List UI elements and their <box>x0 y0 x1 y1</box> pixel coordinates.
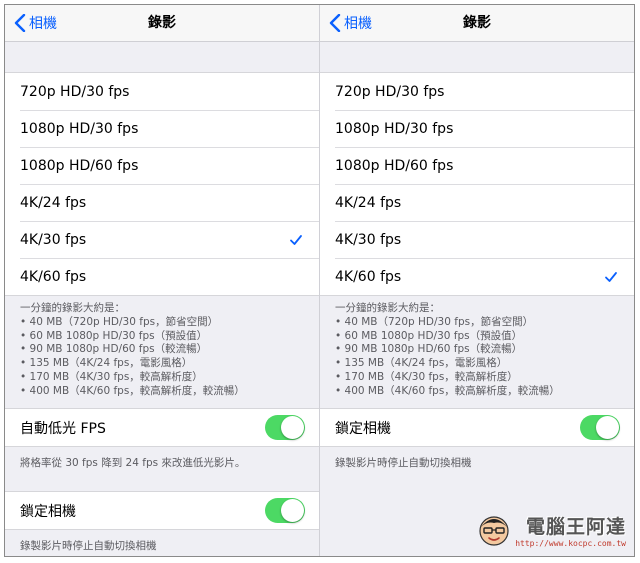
navigation-bar: 相機 錄影 <box>5 5 319 42</box>
site-watermark: 電腦王阿達 http://www.kocpc.com.tw <box>477 512 626 548</box>
lock-camera-label: 鎖定相機 <box>335 420 391 437</box>
size-info: 一分鐘的錄影大約是： • 40 MB（720p HD/30 fps，節省空間） … <box>320 296 634 408</box>
format-option-4k-60[interactable]: 4K/60 fps <box>5 258 319 295</box>
checkmark-icon <box>605 271 617 282</box>
size-info-line: • 400 MB（4K/60 fps，較高解析度，較流暢） <box>335 384 560 397</box>
lock-camera-note: 錄製影片時停止自動切換相機 <box>20 540 157 552</box>
format-option-1080p-30[interactable]: 1080p HD/30 fps <box>5 110 319 147</box>
format-option-4k-24[interactable]: 4K/24 fps <box>320 184 634 221</box>
format-label: 1080p HD/60 fps <box>335 157 454 174</box>
size-info-line: • 60 MB 1080p HD/30 fps（預設值） <box>335 329 523 342</box>
size-info-line: • 170 MB（4K/30 fps，較高解析度） <box>335 370 518 383</box>
screenshot-frame: 相機 錄影 720p HD/30 fps 1080p HD/30 fps 108… <box>4 4 635 557</box>
page-title: 錄影 <box>463 15 491 31</box>
format-option-4k-24[interactable]: 4K/24 fps <box>5 184 319 221</box>
format-option-4k-30[interactable]: 4K/30 fps <box>5 221 319 258</box>
format-label: 4K/30 fps <box>335 231 402 248</box>
format-option-1080p-60[interactable]: 1080p HD/60 fps <box>5 147 319 184</box>
navigation-bar: 相機 錄影 <box>320 5 634 42</box>
auto-low-light-fps-label: 自動低光 FPS <box>20 420 106 437</box>
format-label: 720p HD/30 fps <box>20 83 130 100</box>
size-info-line: • 90 MB 1080p HD/60 fps（較流暢） <box>335 343 523 356</box>
watermark-url: http://www.kocpc.com.tw <box>515 539 626 548</box>
format-label: 4K/60 fps <box>20 268 87 285</box>
size-info-line: • 400 MB（4K/60 fps，較高解析度，較流暢） <box>20 384 245 397</box>
size-info-line: 一分鐘的錄影大約是： <box>20 302 125 314</box>
format-label: 720p HD/30 fps <box>335 83 445 100</box>
format-label: 4K/24 fps <box>20 194 87 211</box>
checkmark-icon <box>290 234 302 245</box>
format-option-4k-30[interactable]: 4K/30 fps <box>320 221 634 258</box>
format-label: 1080p HD/30 fps <box>335 120 454 137</box>
video-format-list: 720p HD/30 fps 1080p HD/30 fps 1080p HD/… <box>5 72 319 296</box>
size-info: 一分鐘的錄影大約是： • 40 MB（720p HD/30 fps，節省空間） … <box>5 296 319 408</box>
lock-camera-note: 錄製影片時停止自動切換相機 <box>335 457 472 469</box>
watermark-title: 電腦王阿達 <box>525 516 626 538</box>
format-label: 4K/30 fps <box>20 231 87 248</box>
lock-camera-toggle[interactable] <box>580 415 620 440</box>
lock-camera-row: 鎖定相機 <box>320 408 634 447</box>
format-option-1080p-60[interactable]: 1080p HD/60 fps <box>320 147 634 184</box>
format-option-720p-30[interactable]: 720p HD/30 fps <box>5 73 319 110</box>
video-format-list: 720p HD/30 fps 1080p HD/30 fps 1080p HD/… <box>320 72 634 296</box>
mascot-logo-icon <box>479 516 509 546</box>
size-info-line: • 90 MB 1080p HD/60 fps（較流暢） <box>20 343 208 356</box>
format-label: 1080p HD/60 fps <box>20 157 139 174</box>
format-label: 4K/24 fps <box>335 194 402 211</box>
lock-camera-row: 鎖定相機 <box>5 491 319 530</box>
lock-camera-label: 鎖定相機 <box>20 503 76 520</box>
lock-camera-toggle[interactable] <box>265 498 305 523</box>
format-label: 1080p HD/30 fps <box>20 120 139 137</box>
format-label: 4K/60 fps <box>335 268 402 285</box>
size-info-line: • 135 MB（4K/24 fps，電影風格） <box>20 357 193 370</box>
size-info-line: • 40 MB（720p HD/30 fps，節省空間） <box>335 315 534 328</box>
format-option-4k-60[interactable]: 4K/60 fps <box>320 258 634 295</box>
auto-low-light-fps-row: 自動低光 FPS <box>5 408 319 447</box>
auto-low-light-fps-note: 將格率從 30 fps 降到 24 fps 來改進低光影片。 <box>20 457 246 469</box>
size-info-line: • 40 MB（720p HD/30 fps，節省空間） <box>20 315 219 328</box>
size-info-line: • 135 MB（4K/24 fps，電影風格） <box>335 357 508 370</box>
size-info-line: • 60 MB 1080p HD/30 fps（預設值） <box>20 329 208 342</box>
auto-low-light-fps-toggle[interactable] <box>265 415 305 440</box>
settings-panel-left: 相機 錄影 720p HD/30 fps 1080p HD/30 fps 108… <box>5 5 320 556</box>
size-info-line: • 170 MB（4K/30 fps，較高解析度） <box>20 370 203 383</box>
format-option-1080p-30[interactable]: 1080p HD/30 fps <box>320 110 634 147</box>
page-title: 錄影 <box>148 15 176 31</box>
size-info-line: 一分鐘的錄影大約是： <box>335 302 440 314</box>
format-option-720p-30[interactable]: 720p HD/30 fps <box>320 73 634 110</box>
settings-panel-right: 相機 錄影 720p HD/30 fps 1080p HD/30 fps 108… <box>320 5 634 556</box>
